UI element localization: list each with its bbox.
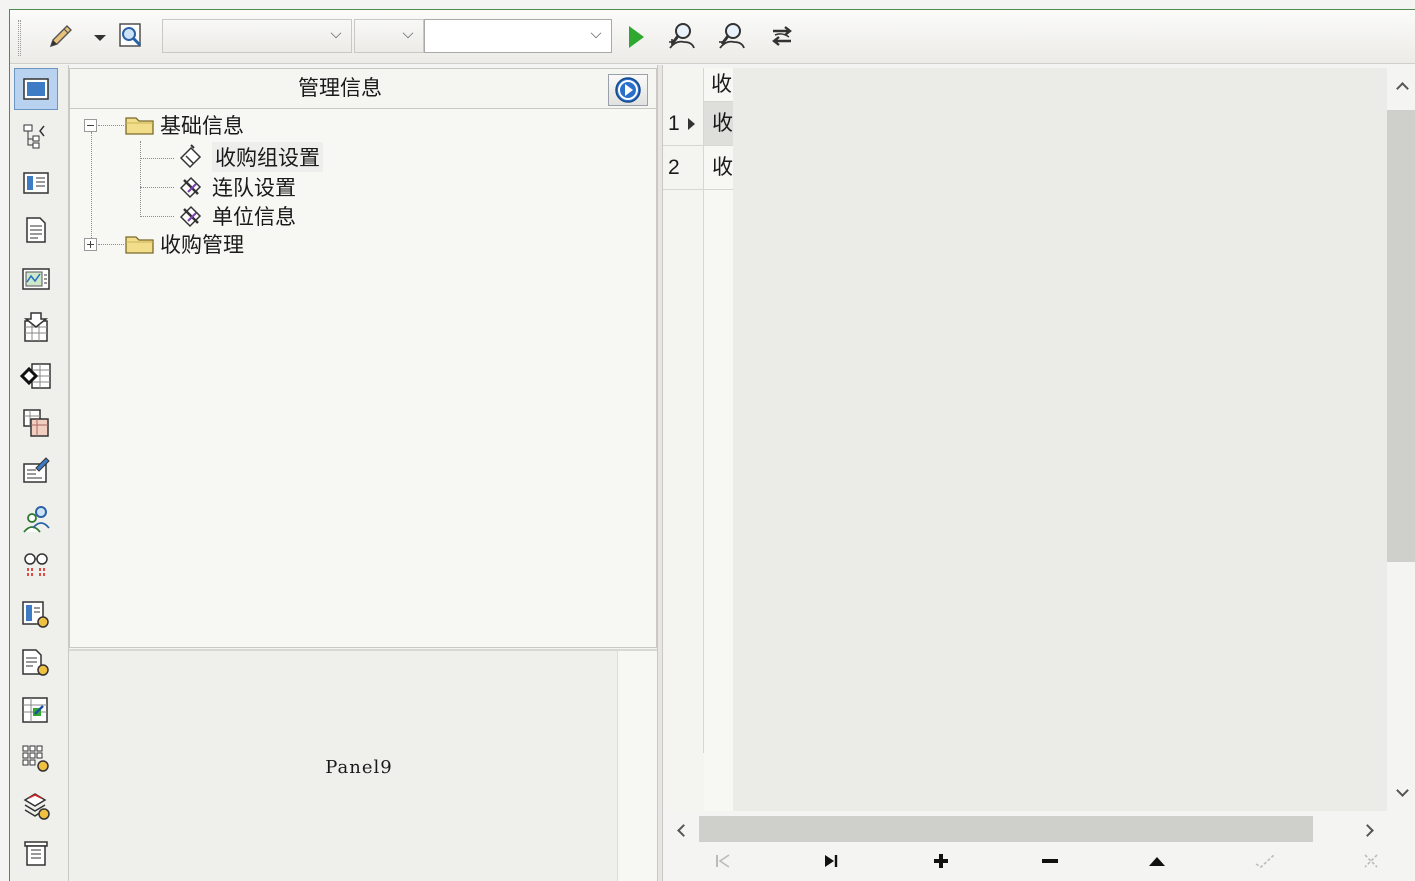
tree-node-unit-info[interactable]: 单位信息 (176, 201, 296, 231)
edit-form-icon[interactable] (14, 449, 58, 491)
edit-record-icon[interactable] (1139, 842, 1175, 880)
tree-node-label: 连队设置 (212, 177, 296, 200)
first-record-icon[interactable] (705, 842, 741, 880)
grid-column-header[interactable]: 收 (704, 68, 733, 102)
chevron-down-icon (330, 27, 342, 39)
row-number-label: 2 (668, 156, 680, 179)
tree-line (140, 141, 141, 217)
panel9: Panel9 (69, 649, 657, 881)
tree-node-purchase-management[interactable]: 收购管理 (84, 230, 244, 258)
chart-icon[interactable] (14, 258, 58, 300)
tree-node-label: 单位信息 (212, 206, 296, 229)
row-number-label: 1 (668, 112, 680, 135)
tree-navigate-button[interactable] (608, 74, 648, 106)
report-settings-icon[interactable] (14, 594, 58, 636)
grid-indicator-footer (663, 753, 704, 811)
find-form-icon[interactable] (114, 19, 148, 53)
module-icon-strip (10, 65, 69, 881)
expand-icon[interactable] (84, 237, 97, 251)
delete-record-icon[interactable] (1032, 842, 1068, 880)
list-form-icon[interactable] (14, 162, 58, 204)
grid-body (663, 68, 1387, 811)
current-row-icon (688, 118, 695, 130)
export-grid-icon[interactable] (14, 355, 58, 397)
tree-title: 管理信息 (298, 77, 382, 100)
toolbar-combo-3[interactable] (424, 19, 612, 53)
tree-node-label: 基础信息 (160, 115, 244, 138)
play-circle-icon (615, 77, 641, 103)
panel9-label: Panel9 (325, 757, 393, 778)
inbox-grid-icon[interactable] (14, 306, 58, 348)
tree-node-team-settings[interactable]: 连队设置 (176, 172, 296, 202)
tree-node-label: 收购组设置 (212, 142, 323, 172)
zoom-out-user-icon[interactable] (714, 19, 750, 53)
refresh-link-icon[interactable] (764, 19, 800, 53)
wrench-item-icon (179, 144, 202, 169)
tree-line (140, 187, 174, 188)
grid-footer (704, 753, 733, 811)
tools-item-icon (179, 176, 202, 199)
data-grid: 收 1 收 2 收 (663, 68, 1415, 881)
grid-cell[interactable]: 收 (704, 146, 733, 190)
main-window: 管理信息 基础信息 收购组设置 连队设置 单位信息 收购管理 Panel9 收 … (9, 9, 1415, 881)
horizontal-scroll-thumb[interactable] (699, 816, 1313, 842)
toolbar-combo-2[interactable] (354, 19, 424, 53)
tree-line (140, 216, 174, 217)
vertical-scroll-thumb[interactable] (1387, 110, 1415, 562)
dropdown-arrow-icon[interactable] (90, 24, 110, 52)
grid-settings-icon[interactable] (14, 738, 58, 780)
tree-line (91, 132, 92, 244)
trash-icon[interactable] (14, 832, 58, 874)
chevron-down-icon (402, 27, 414, 39)
chevron-down-icon (590, 27, 602, 39)
tree-node-label: 收购管理 (160, 234, 244, 257)
grid-export-icon[interactable] (14, 690, 58, 732)
doc-settings-icon[interactable] (14, 642, 58, 684)
grid-navigator (663, 842, 1415, 881)
folder-icon (125, 236, 154, 254)
toolbar (10, 10, 1415, 64)
document-icon[interactable] (14, 209, 58, 251)
pencil-icon[interactable] (40, 21, 80, 53)
last-record-icon[interactable] (813, 842, 849, 880)
users-icon[interactable] (14, 498, 58, 540)
tree-header: 管理信息 (70, 69, 656, 109)
run-icon[interactable] (622, 21, 650, 53)
grid-row-number[interactable]: 1 (663, 102, 704, 146)
tree-panel: 管理信息 基础信息 收购组设置 连队设置 单位信息 收购管理 (69, 68, 657, 648)
tools-item-icon (179, 205, 202, 228)
tree-node-basic-info[interactable]: 基础信息 (84, 111, 244, 139)
stack-settings-icon[interactable] (14, 785, 58, 827)
folder-icon (125, 117, 154, 135)
cards-icon[interactable] (14, 402, 58, 444)
window-icon[interactable] (14, 68, 58, 110)
insert-record-icon[interactable] (923, 842, 959, 880)
grid-cell[interactable]: 收 (704, 102, 733, 146)
toolbar-grip[interactable] (18, 20, 21, 56)
glasses-icon[interactable] (14, 545, 58, 587)
tree-node-purchase-group[interactable]: 收购组设置 (176, 142, 323, 172)
tree-line (140, 158, 174, 159)
grid-row-number[interactable]: 2 (663, 146, 704, 190)
org-chart-icon[interactable] (14, 115, 58, 157)
cancel-record-icon[interactable] (1353, 842, 1389, 880)
toolbar-combo-1[interactable] (162, 19, 352, 53)
zoom-in-user-icon[interactable] (664, 19, 700, 53)
post-record-icon[interactable] (1247, 842, 1283, 880)
collapse-icon[interactable] (84, 118, 97, 132)
